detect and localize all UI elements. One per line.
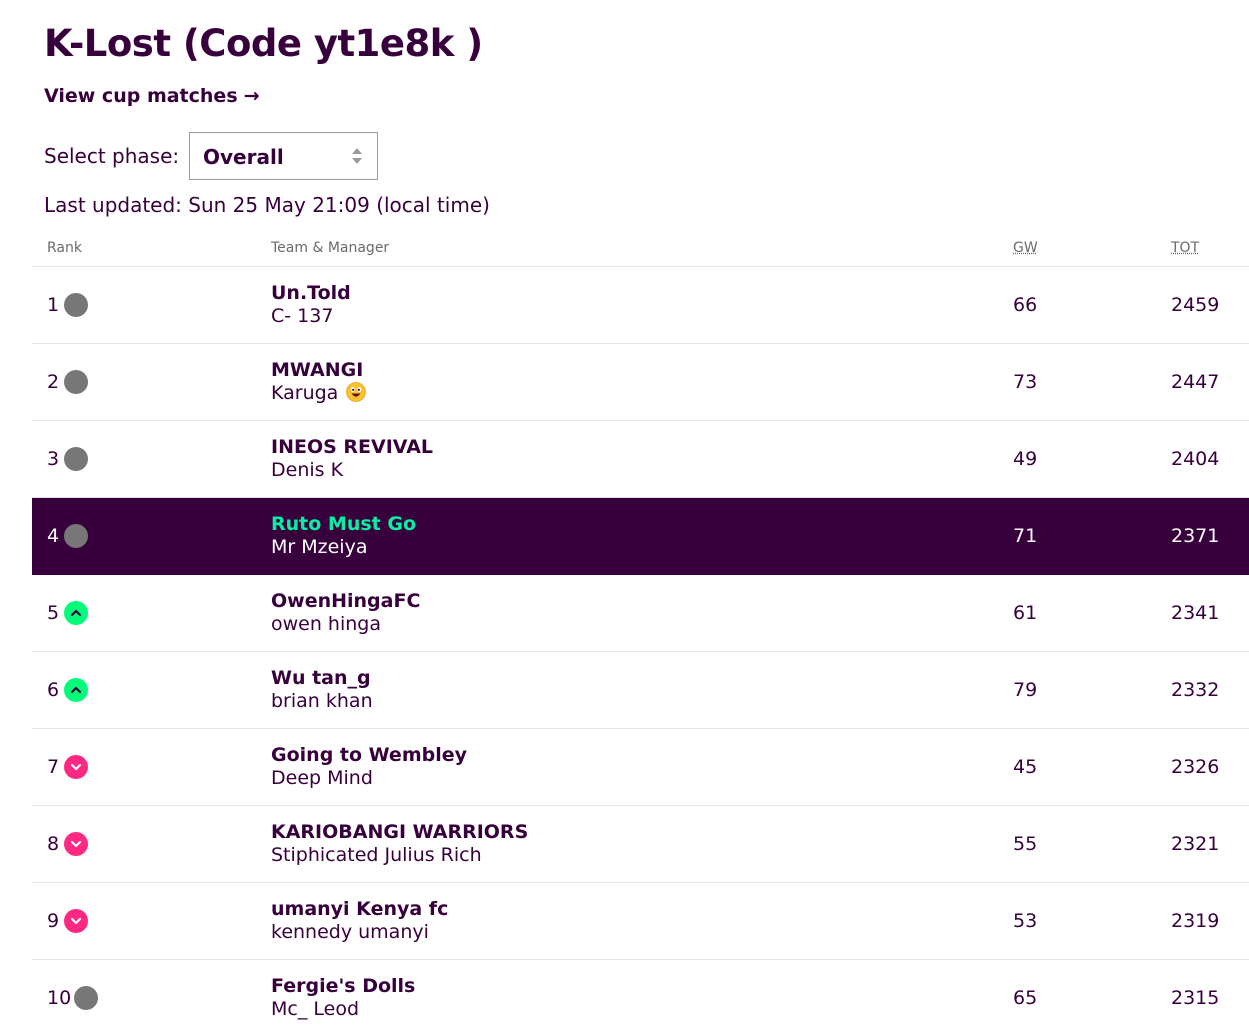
gameweek-points: 71 (1013, 525, 1038, 547)
manager-name-text: brian khan (271, 690, 373, 712)
gameweek-points: 55 (1013, 833, 1038, 855)
table-row[interactable]: 9 umanyi Kenya fc kennedy umanyi 53 2319 (32, 883, 1249, 960)
team-name-link[interactable]: KARIOBANGI WARRIORS (271, 820, 528, 844)
gameweek-points: 65 (1013, 987, 1038, 1009)
rank-number: 9 (47, 910, 60, 932)
view-cup-matches-link[interactable]: View cup matches → (44, 83, 260, 109)
manager-name: Karuga (271, 381, 367, 405)
movement-same-icon (64, 370, 88, 394)
team-name-link[interactable]: Wu tan_g (271, 666, 371, 690)
total-points: 2326 (1171, 756, 1220, 778)
total-points: 2447 (1171, 371, 1220, 393)
manager-name: kennedy umanyi (271, 920, 429, 944)
total-points: 2404 (1171, 448, 1220, 470)
total-points: 2459 (1171, 294, 1220, 316)
header-gw[interactable]: GW (1013, 239, 1038, 257)
gameweek-points: 79 (1013, 679, 1038, 701)
gameweek-points: 45 (1013, 756, 1038, 778)
standings-table: Rank Team & Manager GW TOT 1 Un.Told C- 13… (32, 234, 1249, 1035)
movement-down-icon (64, 832, 88, 856)
gameweek-points: 49 (1013, 448, 1038, 470)
movement-up-icon (64, 678, 88, 702)
gameweek-points: 53 (1013, 910, 1038, 932)
total-points: 2341 (1171, 602, 1220, 624)
total-points: 2371 (1171, 525, 1220, 547)
table-row[interactable]: 8 KARIOBANGI WARRIORS Stiphicated Julius R… (32, 806, 1249, 883)
manager-name-text: Mr Mzeiya (271, 536, 368, 558)
table-row[interactable]: 4 Ruto Must Go Mr Mzeiya 71 2371 (32, 498, 1249, 575)
header-team-manager: Team & Manager (271, 240, 390, 256)
header-rank: Rank (47, 240, 82, 256)
movement-up-icon (64, 601, 88, 625)
movement-same-icon (64, 447, 88, 471)
rank-number: 7 (47, 756, 60, 778)
movement-same-icon (74, 986, 98, 1010)
team-name-link[interactable]: Going to Wembley (271, 743, 467, 767)
movement-same-icon (64, 524, 88, 548)
movement-same-icon (64, 293, 88, 317)
phase-select-value: Overall (203, 145, 284, 169)
arrow-right-icon: → (243, 85, 260, 107)
team-name-link[interactable]: OwenHingaFC (271, 589, 420, 613)
team-name-link[interactable]: umanyi Kenya fc (271, 897, 448, 921)
rank-number: 1 (47, 294, 60, 316)
movement-down-icon (64, 755, 88, 779)
table-row[interactable]: 6 Wu tan_g brian khan 79 2332 (32, 652, 1249, 729)
header-tot[interactable]: TOT (1171, 239, 1199, 257)
rank-number: 3 (47, 448, 60, 470)
manager-name: Denis K (271, 458, 343, 482)
gameweek-points: 61 (1013, 602, 1038, 624)
manager-name-text: Stiphicated Julius Rich (271, 844, 482, 866)
table-row[interactable]: 10 Fergie's Dolls Mc_ Leod 65 2315 (32, 960, 1249, 1035)
cup-link-label: View cup matches (44, 85, 238, 107)
rank-number: 2 (47, 371, 60, 393)
league-standings-page: K-Lost (Code yt1e8k ) View cup matches → … (0, 0, 1249, 1035)
manager-name-text: Denis K (271, 459, 344, 481)
rank-number: 8 (47, 833, 60, 855)
manager-name: Mr Mzeiya (271, 535, 367, 559)
table-body: 1 Un.Told C- 137 66 2459 2 MWANGI Karuga 73 2447 3… (32, 267, 1249, 1035)
last-updated-text: Last updated: Sun 25 May 21:09 (local ti… (44, 193, 490, 217)
select-arrows-icon (352, 148, 362, 164)
manager-name-text: C- 137 (271, 305, 334, 327)
manager-name-text: kennedy umanyi (271, 921, 429, 943)
table-row[interactable]: 2 MWANGI Karuga 73 2447 (32, 344, 1249, 421)
page-title: K-Lost (Code yt1e8k ) (44, 22, 483, 65)
rank-number: 4 (47, 525, 60, 547)
team-name-link[interactable]: Fergie's Dolls (271, 974, 415, 998)
phase-select[interactable]: Overall (189, 132, 378, 180)
total-points: 2321 (1171, 833, 1220, 855)
manager-name: brian khan (271, 689, 373, 713)
rank-number: 5 (47, 602, 60, 624)
grinning-emoji-icon (346, 382, 367, 402)
manager-name: Stiphicated Julius Rich (271, 843, 482, 867)
total-points: 2332 (1171, 679, 1220, 701)
table-row[interactable]: 5 OwenHingaFC owen hinga 61 2341 (32, 575, 1249, 652)
table-row[interactable]: 3 INEOS REVIVAL Denis K 49 2404 (32, 421, 1249, 498)
select-phase-label: Select phase: (44, 144, 180, 168)
manager-name: owen hinga (271, 612, 381, 636)
manager-name-text: Mc_ Leod (271, 998, 360, 1020)
table-row[interactable]: 7 Going to Wembley Deep Mind 45 2326 (32, 729, 1249, 806)
table-header: Rank Team & Manager GW TOT (32, 234, 1249, 267)
team-name-link[interactable]: INEOS REVIVAL (271, 435, 433, 459)
total-points: 2315 (1171, 987, 1220, 1009)
manager-name: Deep Mind (271, 766, 373, 790)
manager-name-text: owen hinga (271, 613, 382, 635)
movement-down-icon (64, 909, 88, 933)
rank-number: 6 (47, 679, 60, 701)
team-name-link[interactable]: MWANGI (271, 358, 363, 382)
gameweek-points: 66 (1013, 294, 1038, 316)
rank-number: 10 (47, 987, 72, 1009)
manager-name-text: Deep Mind (271, 767, 373, 789)
team-name-link[interactable]: Ruto Must Go (271, 512, 416, 536)
gameweek-points: 73 (1013, 371, 1038, 393)
table-row[interactable]: 1 Un.Told C- 137 66 2459 (32, 267, 1249, 344)
team-name-link[interactable]: Un.Told (271, 281, 351, 305)
manager-name-text: Karuga (271, 382, 339, 404)
total-points: 2319 (1171, 910, 1220, 932)
manager-name: C- 137 (271, 304, 333, 328)
manager-name: Mc_ Leod (271, 997, 359, 1021)
